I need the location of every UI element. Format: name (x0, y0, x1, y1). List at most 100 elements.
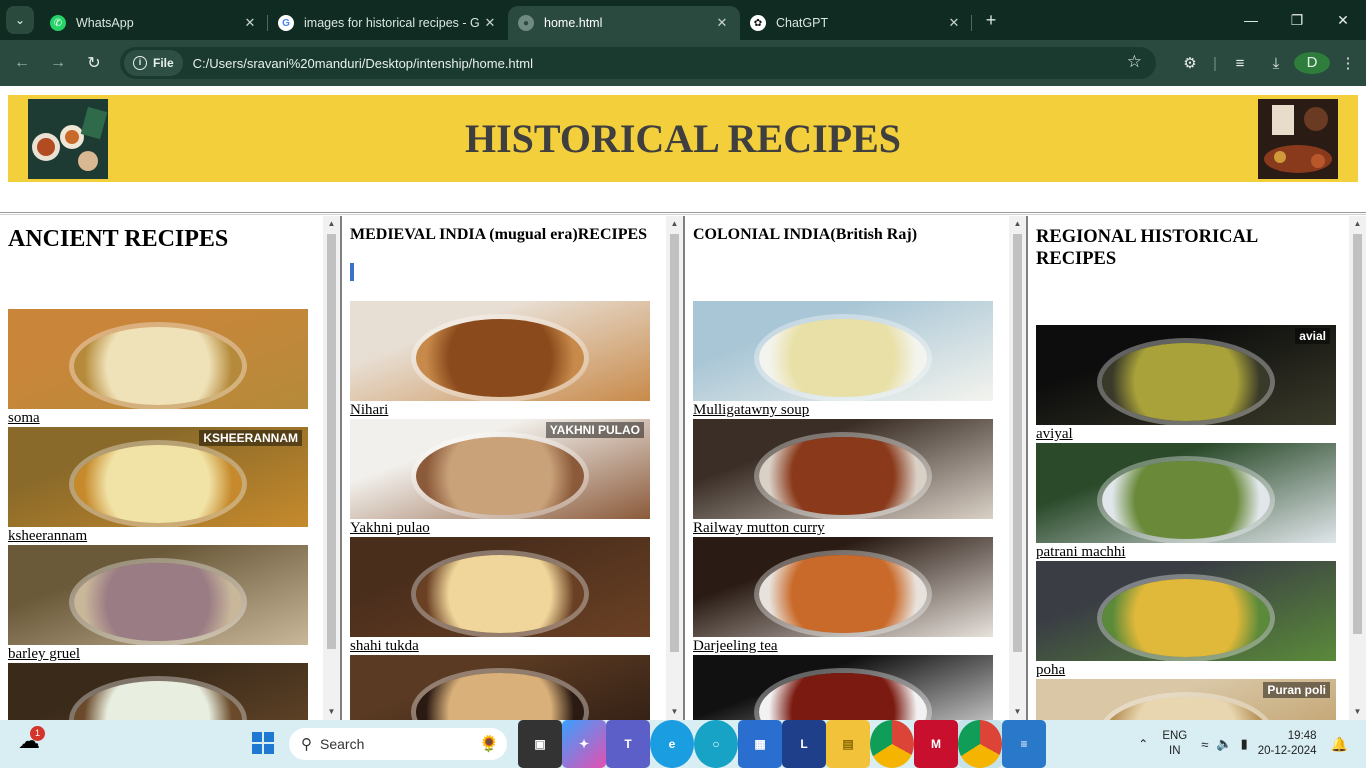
address-bar[interactable]: i File C:/Users/sravani%20manduri/Deskto… (120, 47, 1156, 79)
recipe-link[interactable]: aviyal (1036, 425, 1336, 443)
chevron-up-icon[interactable]: ⌃ (1138, 737, 1148, 751)
close-tab-icon[interactable]: ✕ (714, 15, 730, 31)
frame-ancient[interactable]: ANCIENT RECIPES soma KSHEERANNAM ksheera… (0, 216, 340, 720)
reload-icon[interactable]: ↻ (76, 53, 112, 73)
close-tab-icon[interactable]: ✕ (946, 15, 962, 31)
tab-home-html[interactable]: ● home.html ✕ (508, 6, 740, 40)
tab-google-images[interactable]: G images for historical recipes - G ✕ (268, 6, 508, 40)
dish-shape (74, 563, 242, 641)
recipe-image[interactable]: YAKHNI PULAO (350, 419, 650, 519)
recipe-image[interactable] (350, 301, 650, 401)
notification-bell-icon[interactable]: 🔔 (1331, 736, 1348, 753)
recipe-image[interactable] (8, 663, 308, 720)
search-highlight-icon: 🌻 (479, 736, 499, 753)
language-indicator[interactable]: ENG IN (1162, 729, 1187, 759)
reading-list-icon[interactable]: ≡ (1222, 55, 1258, 72)
frame-scrollbar[interactable]: ▲ ▼ (666, 216, 683, 720)
scroll-up-icon[interactable]: ▲ (1349, 216, 1366, 232)
recipe-image[interactable] (693, 301, 993, 401)
recipe-image[interactable]: avial (1036, 325, 1336, 425)
clock[interactable]: 19:48 20-12-2024 (1258, 729, 1317, 759)
copilot-icon[interactable]: ✦ (562, 720, 606, 768)
download-icon[interactable]: ⤓ (1258, 55, 1294, 72)
alexa-icon[interactable]: ○ (694, 720, 738, 768)
url-text[interactable]: C:/Users/sravani%20manduri/Desktop/inten… (193, 56, 533, 71)
back-icon[interactable]: ← (4, 54, 40, 72)
recipe-image[interactable] (693, 537, 993, 637)
tab-chatgpt[interactable]: ✿ ChatGPT ✕ (740, 6, 972, 40)
restore-icon[interactable]: ❐ (1274, 12, 1320, 29)
globe-icon: ● (518, 15, 534, 31)
chrome-icon[interactable] (870, 720, 914, 768)
recipe-image[interactable] (693, 655, 993, 720)
scroll-down-icon[interactable]: ▼ (666, 704, 683, 720)
volume-icon[interactable]: 🔈 (1216, 736, 1232, 752)
store-icon[interactable]: ▦ (738, 720, 782, 768)
recipe-image[interactable] (1036, 561, 1336, 661)
scrollbar-thumb[interactable] (1013, 234, 1022, 652)
frame-medieval[interactable]: MEDIEVAL INDIA (mugual era)RECIPES Nihar… (340, 216, 683, 720)
scroll-down-icon[interactable]: ▼ (1349, 704, 1366, 720)
teams-icon[interactable]: T (606, 720, 650, 768)
forward-icon[interactable]: → (40, 54, 76, 72)
scrollbar-thumb[interactable] (1353, 234, 1362, 634)
edge-icon[interactable]: e (650, 720, 694, 768)
recipe-image[interactable]: KSHEERANNAM (8, 427, 308, 527)
recipe-link[interactable]: poha (1036, 661, 1336, 679)
frame-scrollbar[interactable]: ▲ ▼ (323, 216, 340, 720)
frame-regional[interactable]: REGIONAL HISTORICAL RECIPES avial aviyal… (1026, 216, 1366, 720)
tab-whatsapp[interactable]: ✆ WhatsApp ✕ (40, 6, 268, 40)
minimize-icon[interactable]: — (1228, 12, 1274, 28)
extensions-icon[interactable]: ⚙ (1172, 54, 1208, 72)
wifi-icon[interactable]: ≈ (1201, 737, 1208, 752)
recipe-link[interactable]: Darjeeling tea (693, 637, 993, 655)
notepad-icon[interactable]: ≡ (1002, 720, 1046, 768)
profile-button[interactable]: D (1294, 52, 1330, 74)
l-app-icon[interactable]: L (782, 720, 826, 768)
recipe-image[interactable]: Puran poli (1036, 679, 1336, 720)
scroll-up-icon[interactable]: ▲ (323, 216, 340, 232)
mcafee-icon[interactable]: M (914, 720, 958, 768)
bookmark-star-icon[interactable]: ☆ (1127, 52, 1142, 72)
scroll-up-icon[interactable]: ▲ (666, 216, 683, 232)
scrollbar-thumb[interactable] (327, 234, 336, 649)
chrome-active-icon[interactable] (958, 720, 1002, 768)
recipe-link[interactable]: ksheerannam (8, 527, 308, 545)
recipe-image[interactable] (693, 419, 993, 519)
windows-start-icon[interactable] (252, 732, 274, 754)
task-view-icon[interactable]: ▣ (518, 720, 562, 768)
recipe-image[interactable] (1036, 443, 1336, 543)
frame-colonial[interactable]: COLONIAL INDIA(British Raj) Mulligatawny… (683, 216, 1026, 720)
taskbar-search-box[interactable]: ⚲ Search 🌻 (289, 728, 507, 760)
scroll-down-icon[interactable]: ▼ (1009, 704, 1026, 720)
tab-search-button[interactable]: ⌄ (6, 6, 34, 34)
recipe-link[interactable]: patrani machhi (1036, 543, 1336, 561)
recipe-image[interactable] (8, 309, 308, 409)
scroll-down-icon[interactable]: ▼ (323, 704, 340, 720)
recipe-link[interactable]: barley gruel (8, 645, 308, 663)
frame-scrollbar[interactable]: ▲ ▼ (1009, 216, 1026, 720)
recipe-image[interactable] (350, 655, 650, 720)
close-tab-icon[interactable]: ✕ (482, 15, 498, 31)
close-window-icon[interactable]: ✕ (1320, 12, 1366, 29)
menu-dots-icon[interactable]: ⋮ (1330, 54, 1366, 72)
recipe-item: Darjeeling tea (693, 537, 993, 655)
dish-shape (759, 555, 927, 633)
recipe-link[interactable]: Mulligatawny soup (693, 401, 993, 419)
recipe-link[interactable]: Nihari (350, 401, 650, 419)
file-explorer-icon[interactable]: ▤ (826, 720, 870, 768)
frame-scrollbar[interactable]: ▲ ▼ (1349, 216, 1366, 720)
frame-content: COLONIAL INDIA(British Raj) Mulligatawny… (693, 216, 993, 720)
recipe-image[interactable] (350, 537, 650, 637)
recipe-image[interactable] (8, 545, 308, 645)
scrollbar-thumb[interactable] (670, 234, 679, 652)
recipe-link[interactable]: Railway mutton curry (693, 519, 993, 537)
scroll-up-icon[interactable]: ▲ (1009, 216, 1026, 232)
recipe-link[interactable]: shahi tukda (350, 637, 650, 655)
close-tab-icon[interactable]: ✕ (242, 15, 258, 31)
recipe-link[interactable]: Yakhni pulao (350, 519, 650, 537)
new-tab-button[interactable]: + (976, 10, 1006, 31)
recipe-link[interactable]: soma (8, 409, 308, 427)
battery-icon[interactable]: ▮ (1241, 736, 1248, 752)
site-info-chip[interactable]: i File (124, 50, 183, 76)
